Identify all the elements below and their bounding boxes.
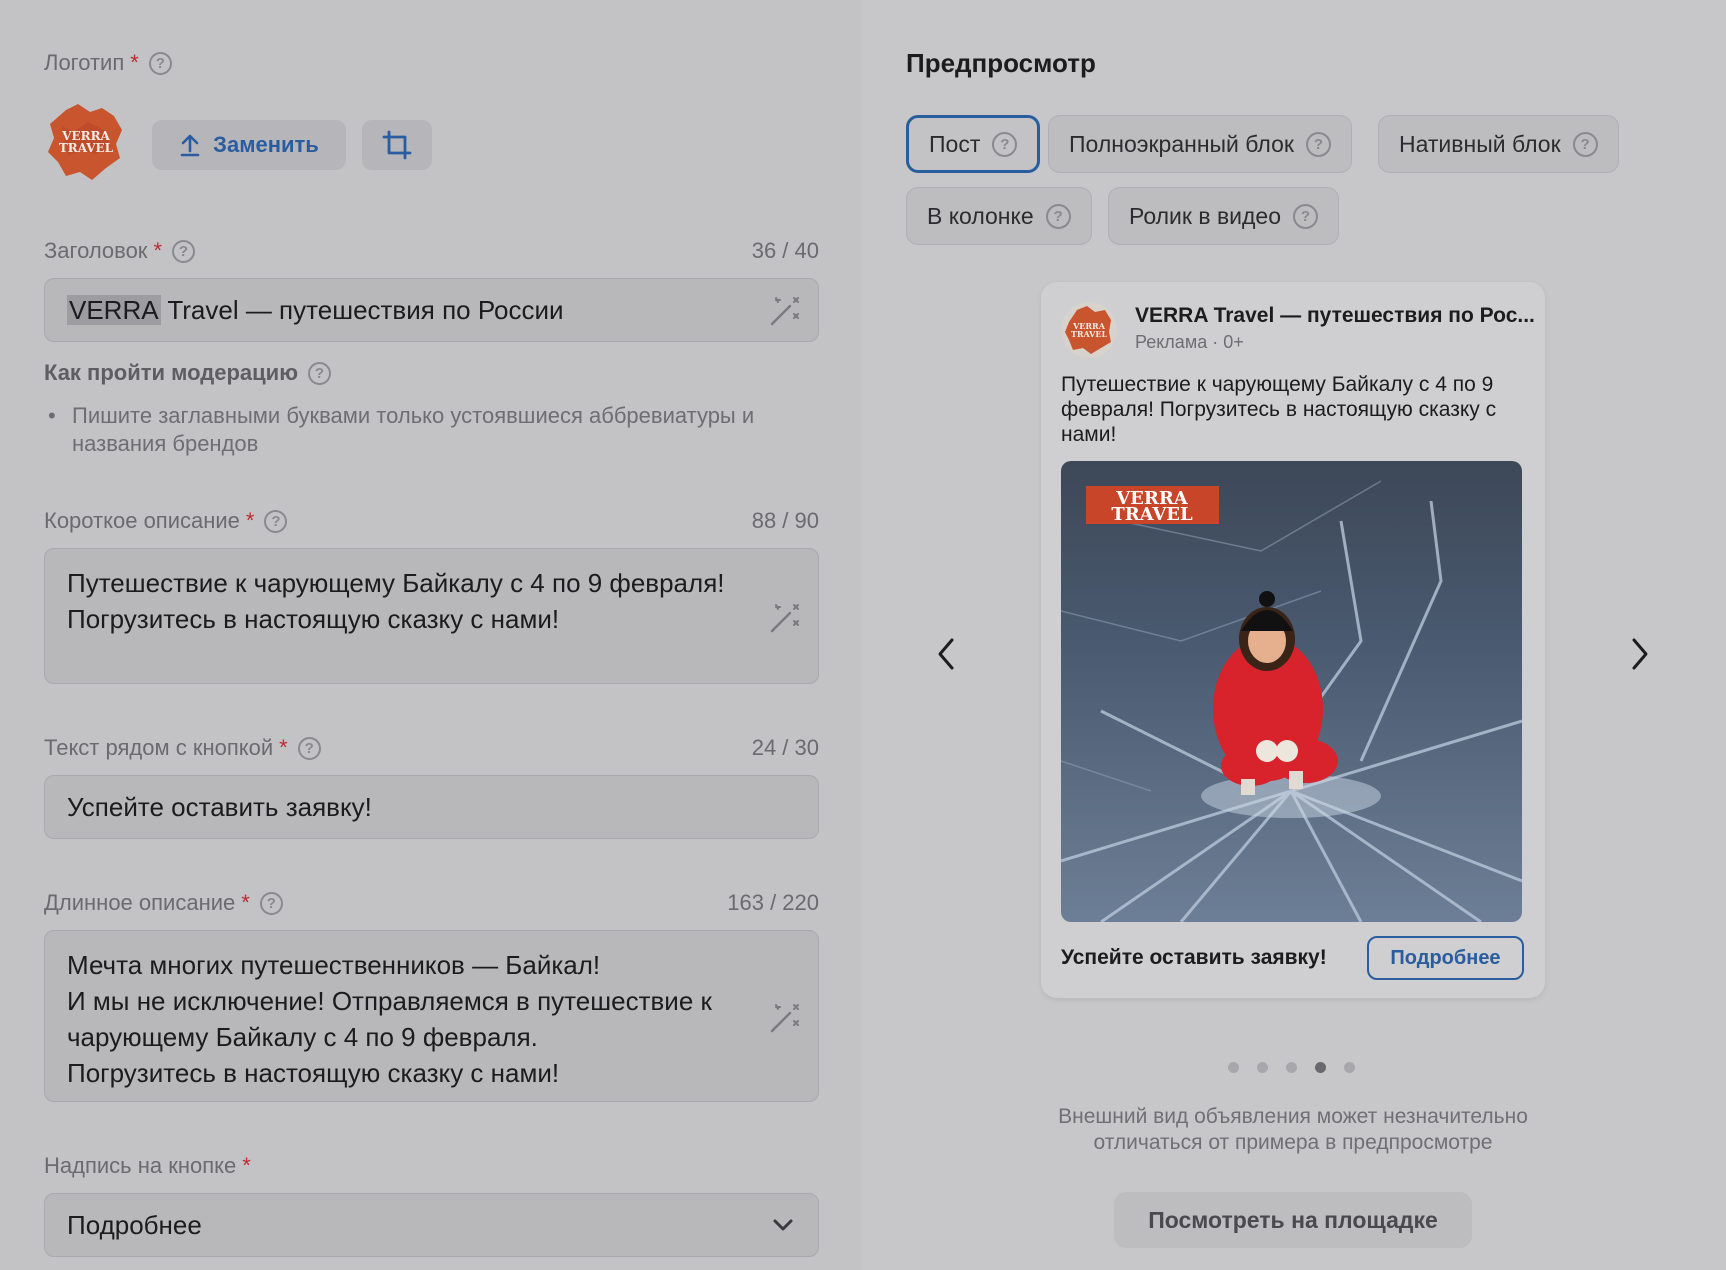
card-subtitle: Реклама · 0+ (1135, 332, 1244, 352)
button-text-label: Текст рядом с кнопкой * ? (44, 735, 321, 761)
chevron-down-icon (773, 1219, 793, 1231)
upload-icon (180, 134, 200, 157)
avatar-text-bottom: TRAVEL (1071, 329, 1108, 339)
headline-label: Заголовок * ? (44, 238, 195, 264)
help-icon[interactable]: ? (1045, 203, 1071, 229)
short-description-counter: 88 / 90 (751, 508, 819, 533)
carousel-dots (1228, 1062, 1373, 1073)
logo-image: VERRA TRAVEL (44, 102, 128, 184)
short-description-label: Короткое описание * ? (44, 508, 288, 534)
button-caption-select[interactable]: Подробнее (44, 1193, 819, 1257)
button-text-counter: 24 / 30 (751, 735, 819, 760)
tab-fullscreen-block[interactable]: Полноэкранный блок? (1048, 115, 1352, 173)
carousel-dot[interactable] (1228, 1062, 1239, 1073)
tab-native-block[interactable]: Нативный блок? (1378, 115, 1619, 173)
preview-title: Предпросмотр (906, 48, 1096, 78)
photo-badge-bottom: TRAVEL (1111, 504, 1193, 525)
help-icon[interactable]: ? (172, 239, 195, 263)
card-photo: VERRA TRAVEL (1061, 461, 1522, 922)
long-description-input[interactable]: Мечта многих путешественников — Байкал! … (44, 930, 819, 1102)
magic-wand-icon[interactable] (768, 1001, 802, 1035)
card-title: VERRA Travel — путешествия по Рос... (1135, 304, 1535, 327)
card-text: Путешествие к чарующему Байкалу с 4 по 9… (1061, 373, 1497, 446)
moderation-tip: Пишите заглавными буквами только устоявш… (48, 402, 788, 458)
card-avatar: VERRA TRAVEL (1061, 302, 1117, 358)
preview-note: Внешний вид объявления может незначитель… (1058, 1105, 1528, 1154)
carousel-dot[interactable] (1344, 1062, 1355, 1073)
help-icon[interactable]: ? (259, 891, 283, 915)
button-caption-label: Надпись на кнопке * (44, 1153, 251, 1178)
tab-post[interactable]: Пост? (906, 115, 1041, 173)
ad-form-panel: Логотип * ? VERRA TRAVEL Заменить Заголов… (0, 0, 861, 1270)
long-description-label: Длинное описание * ? (44, 890, 283, 916)
moderation-title: Как пройти модерацию ? (44, 360, 331, 386)
help-icon[interactable]: ? (297, 736, 321, 760)
help-icon[interactable]: ? (1572, 131, 1598, 157)
card-cta-button[interactable]: Подробнее (1367, 936, 1524, 980)
replace-logo-button[interactable]: Заменить (152, 120, 346, 170)
help-icon[interactable]: ? (1305, 131, 1331, 157)
chevron-right-icon[interactable] (1626, 636, 1652, 672)
magic-wand-icon[interactable] (768, 601, 802, 635)
help-icon[interactable]: ? (308, 361, 331, 385)
ad-preview-card: VERRA TRAVEL VERRA Travel — путешествия … (1041, 282, 1545, 998)
headline-rest: Travel — путешествия по России (160, 295, 564, 325)
short-description-input[interactable]: Путешествие к чарующему Байкалу с 4 по 9… (44, 548, 819, 684)
card-cta-text: Успейте оставить заявку! (1061, 946, 1327, 969)
headline-input[interactable]: VERRA Travel — путешествия по России (44, 278, 819, 342)
logo-label: Логотип * ? (44, 50, 172, 76)
help-icon[interactable]: ? (1293, 203, 1319, 229)
help-icon[interactable]: ? (148, 51, 172, 75)
carousel-dot[interactable] (1286, 1062, 1297, 1073)
help-icon[interactable]: ? (264, 509, 288, 533)
headline-highlight: VERRA (67, 295, 161, 325)
carousel-dot-active[interactable] (1315, 1062, 1326, 1073)
button-text-input[interactable]: Успейте оставить заявку! (44, 775, 819, 839)
magic-wand-icon[interactable] (768, 294, 802, 328)
tab-video-roll[interactable]: Ролик в видео? (1108, 187, 1340, 245)
help-icon[interactable]: ? (992, 131, 1018, 157)
chevron-left-icon[interactable] (934, 636, 960, 672)
crop-icon (382, 130, 412, 160)
long-description-counter: 163 / 220 (727, 890, 819, 915)
logo-text-bottom: TRAVEL (59, 141, 114, 155)
view-on-platform-button[interactable]: Посмотреть на площадке (1114, 1192, 1472, 1248)
headline-counter: 36 / 40 (751, 238, 819, 263)
crop-logo-button[interactable] (362, 120, 432, 170)
tab-in-column[interactable]: В колонке? (906, 187, 1092, 245)
carousel-dot[interactable] (1257, 1062, 1268, 1073)
